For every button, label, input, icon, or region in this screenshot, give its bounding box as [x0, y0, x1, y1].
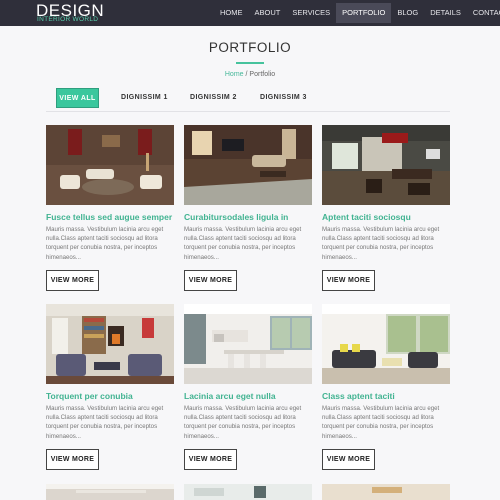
nav-contact[interactable]: CONTACT — [467, 3, 500, 23]
portfolio-image-lounge[interactable] — [184, 125, 312, 205]
nav-details[interactable]: DETAILS — [424, 3, 467, 23]
portfolio-image-living-room[interactable] — [46, 125, 174, 205]
card-description: Mauris massa. Vestibulum lacinia arcu eg… — [184, 226, 302, 261]
card-description: Mauris massa. Vestibulum lacinia arcu eg… — [322, 226, 440, 261]
nav-home[interactable]: HOME — [214, 3, 249, 23]
portfolio-image-library-room[interactable] — [46, 304, 174, 384]
nav-services[interactable]: SERVICES — [286, 3, 336, 23]
view-more-button[interactable]: VIEW MORE — [184, 270, 237, 291]
nav-about[interactable]: ABOUT — [249, 3, 287, 23]
view-more-button[interactable]: VIEW MORE — [46, 270, 99, 291]
card-title[interactable]: Fusce tellus sed augue semper — [46, 212, 186, 222]
filter-dignissim-2[interactable]: DIGNISSIM 2 — [190, 88, 237, 108]
top-navbar: DESIGN INTERIOR WORLD HOME ABOUT SERVICE… — [0, 0, 500, 26]
card-description: Mauris massa. Vestibulum lacinia arcu eg… — [322, 405, 440, 440]
card-title[interactable]: Aptent taciti sociosqu — [322, 212, 462, 222]
title-underline — [236, 62, 264, 64]
main-nav: HOME ABOUT SERVICES PORTFOLIO BLOG DETAI… — [214, 3, 500, 23]
view-more-button[interactable]: VIEW MORE — [184, 449, 237, 470]
portfolio-image-dining[interactable] — [322, 125, 450, 205]
card-title[interactable]: Torquent per conubia — [46, 391, 186, 401]
view-more-button[interactable]: VIEW MORE — [322, 449, 375, 470]
portfolio-image-partial[interactable] — [46, 484, 174, 500]
portfolio-image-partial[interactable] — [322, 484, 450, 500]
filter-dignissim-1[interactable]: DIGNISSIM 1 — [121, 88, 168, 108]
portfolio-card: Fusce tellus sed augue semper Mauris mas… — [46, 125, 174, 291]
nav-blog[interactable]: BLOG — [391, 3, 424, 23]
portfolio-card: Lacinia arcu eget nulla Mauris massa. Ve… — [184, 304, 312, 470]
card-description: Mauris massa. Vestibulum lacinia arcu eg… — [46, 405, 164, 440]
view-more-button[interactable]: VIEW MORE — [322, 270, 375, 291]
breadcrumb-home-link[interactable]: Home — [225, 71, 244, 78]
portfolio-filter-bar: VIEW ALL DIGNISSIM 1 DIGNISSIM 2 DIGNISS… — [46, 88, 450, 112]
portfolio-card: Aptent taciti sociosqu Mauris massa. Ves… — [322, 125, 450, 291]
view-more-button[interactable]: VIEW MORE — [46, 449, 99, 470]
breadcrumb-separator: / — [245, 71, 248, 78]
portfolio-image-bright-living[interactable] — [322, 304, 450, 384]
portfolio-card: Class aptent taciti Mauris massa. Vestib… — [322, 304, 450, 470]
portfolio-image-partial[interactable] — [184, 484, 312, 500]
portfolio-image-open-kitchen[interactable] — [184, 304, 312, 384]
breadcrumb-current: Portfolio — [249, 71, 276, 78]
filter-dignissim-3[interactable]: DIGNISSIM 3 — [260, 88, 307, 108]
card-title[interactable]: Class aptent taciti — [322, 391, 462, 401]
card-title[interactable]: Curabitursodales ligula in — [184, 212, 324, 222]
portfolio-card: Torquent per conubia Mauris massa. Vesti… — [46, 304, 174, 470]
card-description: Mauris massa. Vestibulum lacinia arcu eg… — [184, 405, 302, 440]
nav-portfolio[interactable]: PORTFOLIO — [336, 3, 392, 23]
breadcrumb: Home / Portfolio — [0, 71, 500, 78]
card-description: Mauris massa. Vestibulum lacinia arcu eg… — [46, 226, 164, 261]
page-title: PORTFOLIO — [208, 40, 292, 55]
logo-tagline: INTERIOR WORLD — [37, 16, 99, 23]
filter-view-all[interactable]: VIEW ALL — [56, 88, 99, 108]
card-title[interactable]: Lacinia arcu eget nulla — [184, 391, 324, 401]
portfolio-card: Curabitursodales ligula in Mauris massa.… — [184, 125, 312, 291]
